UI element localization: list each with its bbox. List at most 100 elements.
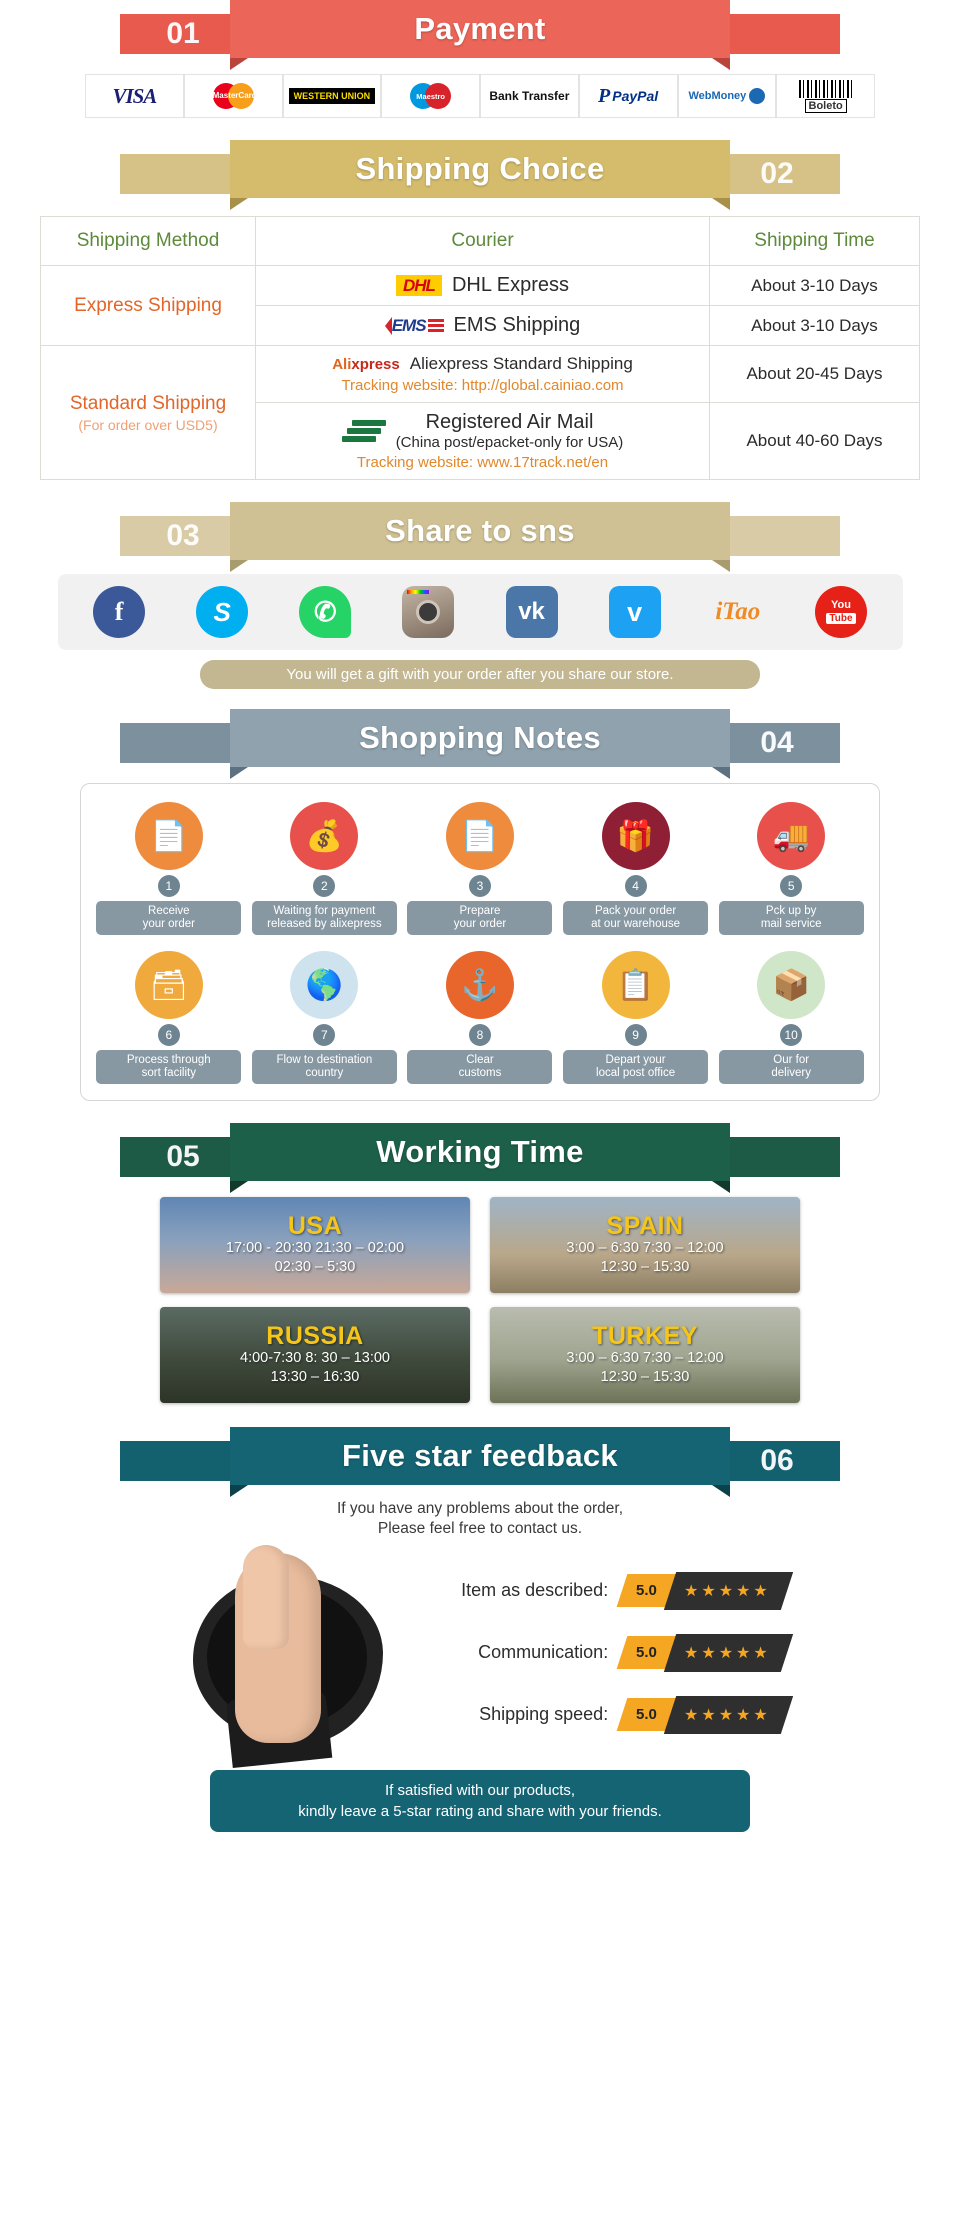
shipping-time-ems: About 3-10 Days — [709, 305, 920, 346]
section-title-notes: Shopping Notes — [230, 709, 730, 779]
anchor-icon: ⚓ — [445, 951, 514, 1019]
feedback-footer-banner: If satisfied with our products, kindly l… — [210, 1770, 750, 1832]
list-item: 🌎 7 Flow to destination country — [251, 951, 397, 1084]
table-header-row: Shipping Method Courier Shipping Time — [40, 216, 920, 266]
section-header-shipping: Shipping Choice 02 — [120, 140, 840, 210]
visa-icon: VISA — [112, 83, 157, 108]
mail-truck-icon: 🚚 — [757, 802, 826, 870]
payment-method-maestro: Maestro — [381, 74, 480, 118]
tracking-link-cainiao[interactable]: Tracking website: http://global.cainiao.… — [262, 377, 703, 394]
shipping-method-standard: Standard Shipping (For order over USD5) — [40, 345, 256, 480]
section-title-feedback: Five star feedback — [230, 1427, 730, 1497]
working-time-card-spain: SPAIN 3:00 – 6:30 7:30 – 12:00 12:30 – 1… — [490, 1197, 800, 1293]
section-header-notes: Shopping Notes 04 — [120, 709, 840, 779]
section-number-working-time: 05 — [166, 1140, 200, 1173]
list-item: 📦 10 Our for delivery — [718, 951, 864, 1084]
shipping-time-air-mail: About 40-60 Days — [709, 402, 920, 480]
whatsapp-icon[interactable]: ✆ — [299, 586, 352, 638]
section-number-notes: 04 — [760, 726, 794, 759]
vk-icon[interactable]: vk — [505, 586, 558, 638]
courier-ems: EMS EMS Shipping — [255, 305, 710, 346]
section-header-feedback: Five star feedback 06 — [120, 1427, 840, 1497]
money-bag-icon: 💰 — [290, 802, 359, 870]
skype-icon[interactable]: S — [196, 586, 249, 638]
webmoney-icon: WebMoney — [688, 88, 766, 104]
youtube-icon[interactable]: You Tube — [814, 586, 867, 638]
courier-dhl: DHL DHL Express — [255, 265, 710, 306]
payment-methods-row: VISA MasterCard WESTERN UNION Maestro Ba… — [85, 74, 875, 118]
rating-stars: ★★★★★ — [663, 1695, 793, 1734]
section-title-sns: Share to sns — [230, 502, 730, 572]
list-item: 📄 1 Receive your order — [96, 802, 242, 935]
rating-row-item-as-described: Item as described: 5.0 ★★★★★ — [403, 1571, 793, 1610]
working-time-card-russia: RUSSIA 4:00-7:30 8: 30 – 13:00 13:30 – 1… — [160, 1307, 470, 1403]
working-time-grid: USA 17:00 - 20:30 21:30 – 02:00 02:30 – … — [160, 1197, 800, 1403]
payment-method-webmoney: WebMoney — [677, 74, 777, 118]
table-row: Standard Shipping (For order over USD5) … — [40, 345, 920, 480]
section-header-payment: 01 Payment — [120, 0, 840, 70]
list-item: 📄 3 Prepare your order — [407, 802, 553, 935]
document-icon: 📄 — [445, 802, 514, 870]
list-item: 🚚 5 Pck up by mail service — [718, 802, 864, 935]
gift-box-icon: 🎁 — [601, 802, 670, 870]
section-title-working-time: Working Time — [230, 1123, 730, 1193]
courier-registered-air-mail: Registered Air Mail (China post/epacket-… — [255, 402, 710, 480]
social-icons-row: f S ✆ vk ᴠ iTao You Tube — [57, 574, 903, 650]
aliexpress-icon: Alixpress — [332, 355, 400, 373]
list-item: 📋 9 Depart your local post office — [563, 951, 709, 1084]
payment-method-visa: VISA — [85, 74, 184, 118]
shipping-time-dhl: About 3-10 Days — [709, 265, 920, 306]
working-time-card-turkey: TURKEY 3:00 – 6:30 7:30 – 12:00 12:30 – … — [490, 1307, 800, 1403]
paypal-icon: P PayPal — [598, 84, 659, 107]
payment-method-boleto: Boleto — [776, 74, 875, 118]
list-item: 🎁 4 Pack your order at our warehouse — [563, 802, 709, 935]
section-header-sns: 03 Share to sns — [120, 502, 840, 572]
facebook-icon[interactable]: f — [93, 586, 146, 638]
table-row: Express Shipping DHL DHL Express About 3… — [40, 265, 920, 346]
dhl-icon: DHL — [395, 275, 442, 296]
section-header-working-time: 05 Working Time — [120, 1123, 840, 1193]
stamp-icon: 🗃 — [134, 951, 203, 1019]
section-number-shipping: 02 — [760, 157, 794, 190]
list-item: ⚓ 8 Clear customs — [407, 951, 553, 1084]
section-title-shipping: Shipping Choice — [230, 140, 730, 210]
sns-gift-note: You will get a gift with your order afte… — [200, 660, 760, 689]
boleto-icon: Boleto — [798, 79, 853, 113]
maestro-icon: Maestro — [410, 83, 452, 109]
payment-method-bank-transfer: Bank Transfer — [480, 74, 579, 118]
column-header-time: Shipping Time — [709, 216, 920, 266]
shopping-notes-box: 📄 1 Receive your order 💰 2 Waiting for pa… — [80, 783, 880, 1101]
package-icon: 📦 — [757, 951, 826, 1019]
shipping-method-express: Express Shipping — [40, 265, 256, 346]
payment-method-paypal: P PayPal — [578, 74, 678, 118]
ems-icon: EMS — [384, 316, 444, 336]
feedback-contact-note: If you have any problems about the order… — [336, 1500, 624, 1537]
rating-stars: ★★★★★ — [663, 1633, 793, 1672]
tracking-link-17track[interactable]: Tracking website: www.17track.net/en — [262, 454, 703, 471]
rating-row-communication: Communication: 5.0 ★★★★★ — [403, 1633, 793, 1672]
shipping-time-aliexpress: About 20-45 Days — [709, 345, 920, 403]
shopping-notes-row-1: 📄 1 Receive your order 💰 2 Waiting for pa… — [91, 802, 869, 935]
bank-transfer-icon: Bank Transfer — [489, 89, 570, 103]
itao-icon[interactable]: iTao — [712, 586, 764, 638]
twitter-icon[interactable]: ᴠ — [608, 586, 661, 638]
list-item: 🗃 6 Process through sort facility — [96, 951, 242, 1084]
rating-stars: ★★★★★ — [663, 1571, 793, 1610]
shopping-notes-row-2: 🗃 6 Process through sort facility 🌎 7 Flo… — [91, 951, 869, 1084]
document-icon: 📄 — [134, 802, 203, 870]
section-number-payment: 01 — [166, 17, 200, 50]
list-item: 💰 2 Waiting for payment released by alixe… — [251, 802, 397, 935]
globe-icon: 🌎 — [290, 951, 359, 1019]
feedback-ratings-block: Item as described: 5.0 ★★★★★ Communicati… — [0, 1545, 960, 1769]
courier-aliexpress: Alixpress Aliexpress Standard Shipping T… — [255, 345, 710, 403]
western-union-icon: WESTERN UNION — [288, 88, 376, 104]
section-number-feedback: 06 — [760, 1444, 794, 1477]
ratings-list: Item as described: 5.0 ★★★★★ Communicati… — [403, 1571, 793, 1734]
mastercard-icon: MasterCard — [212, 83, 257, 109]
section-title-payment: Payment — [230, 0, 730, 70]
working-time-card-usa: USA 17:00 - 20:30 21:30 – 02:00 02:30 – … — [160, 1197, 470, 1293]
clipboard-icon: 📋 — [601, 951, 670, 1019]
column-header-courier: Courier — [255, 216, 710, 266]
instagram-icon[interactable] — [402, 586, 455, 638]
shipping-choice-table: Shipping Method Courier Shipping Time Ex… — [40, 216, 920, 480]
